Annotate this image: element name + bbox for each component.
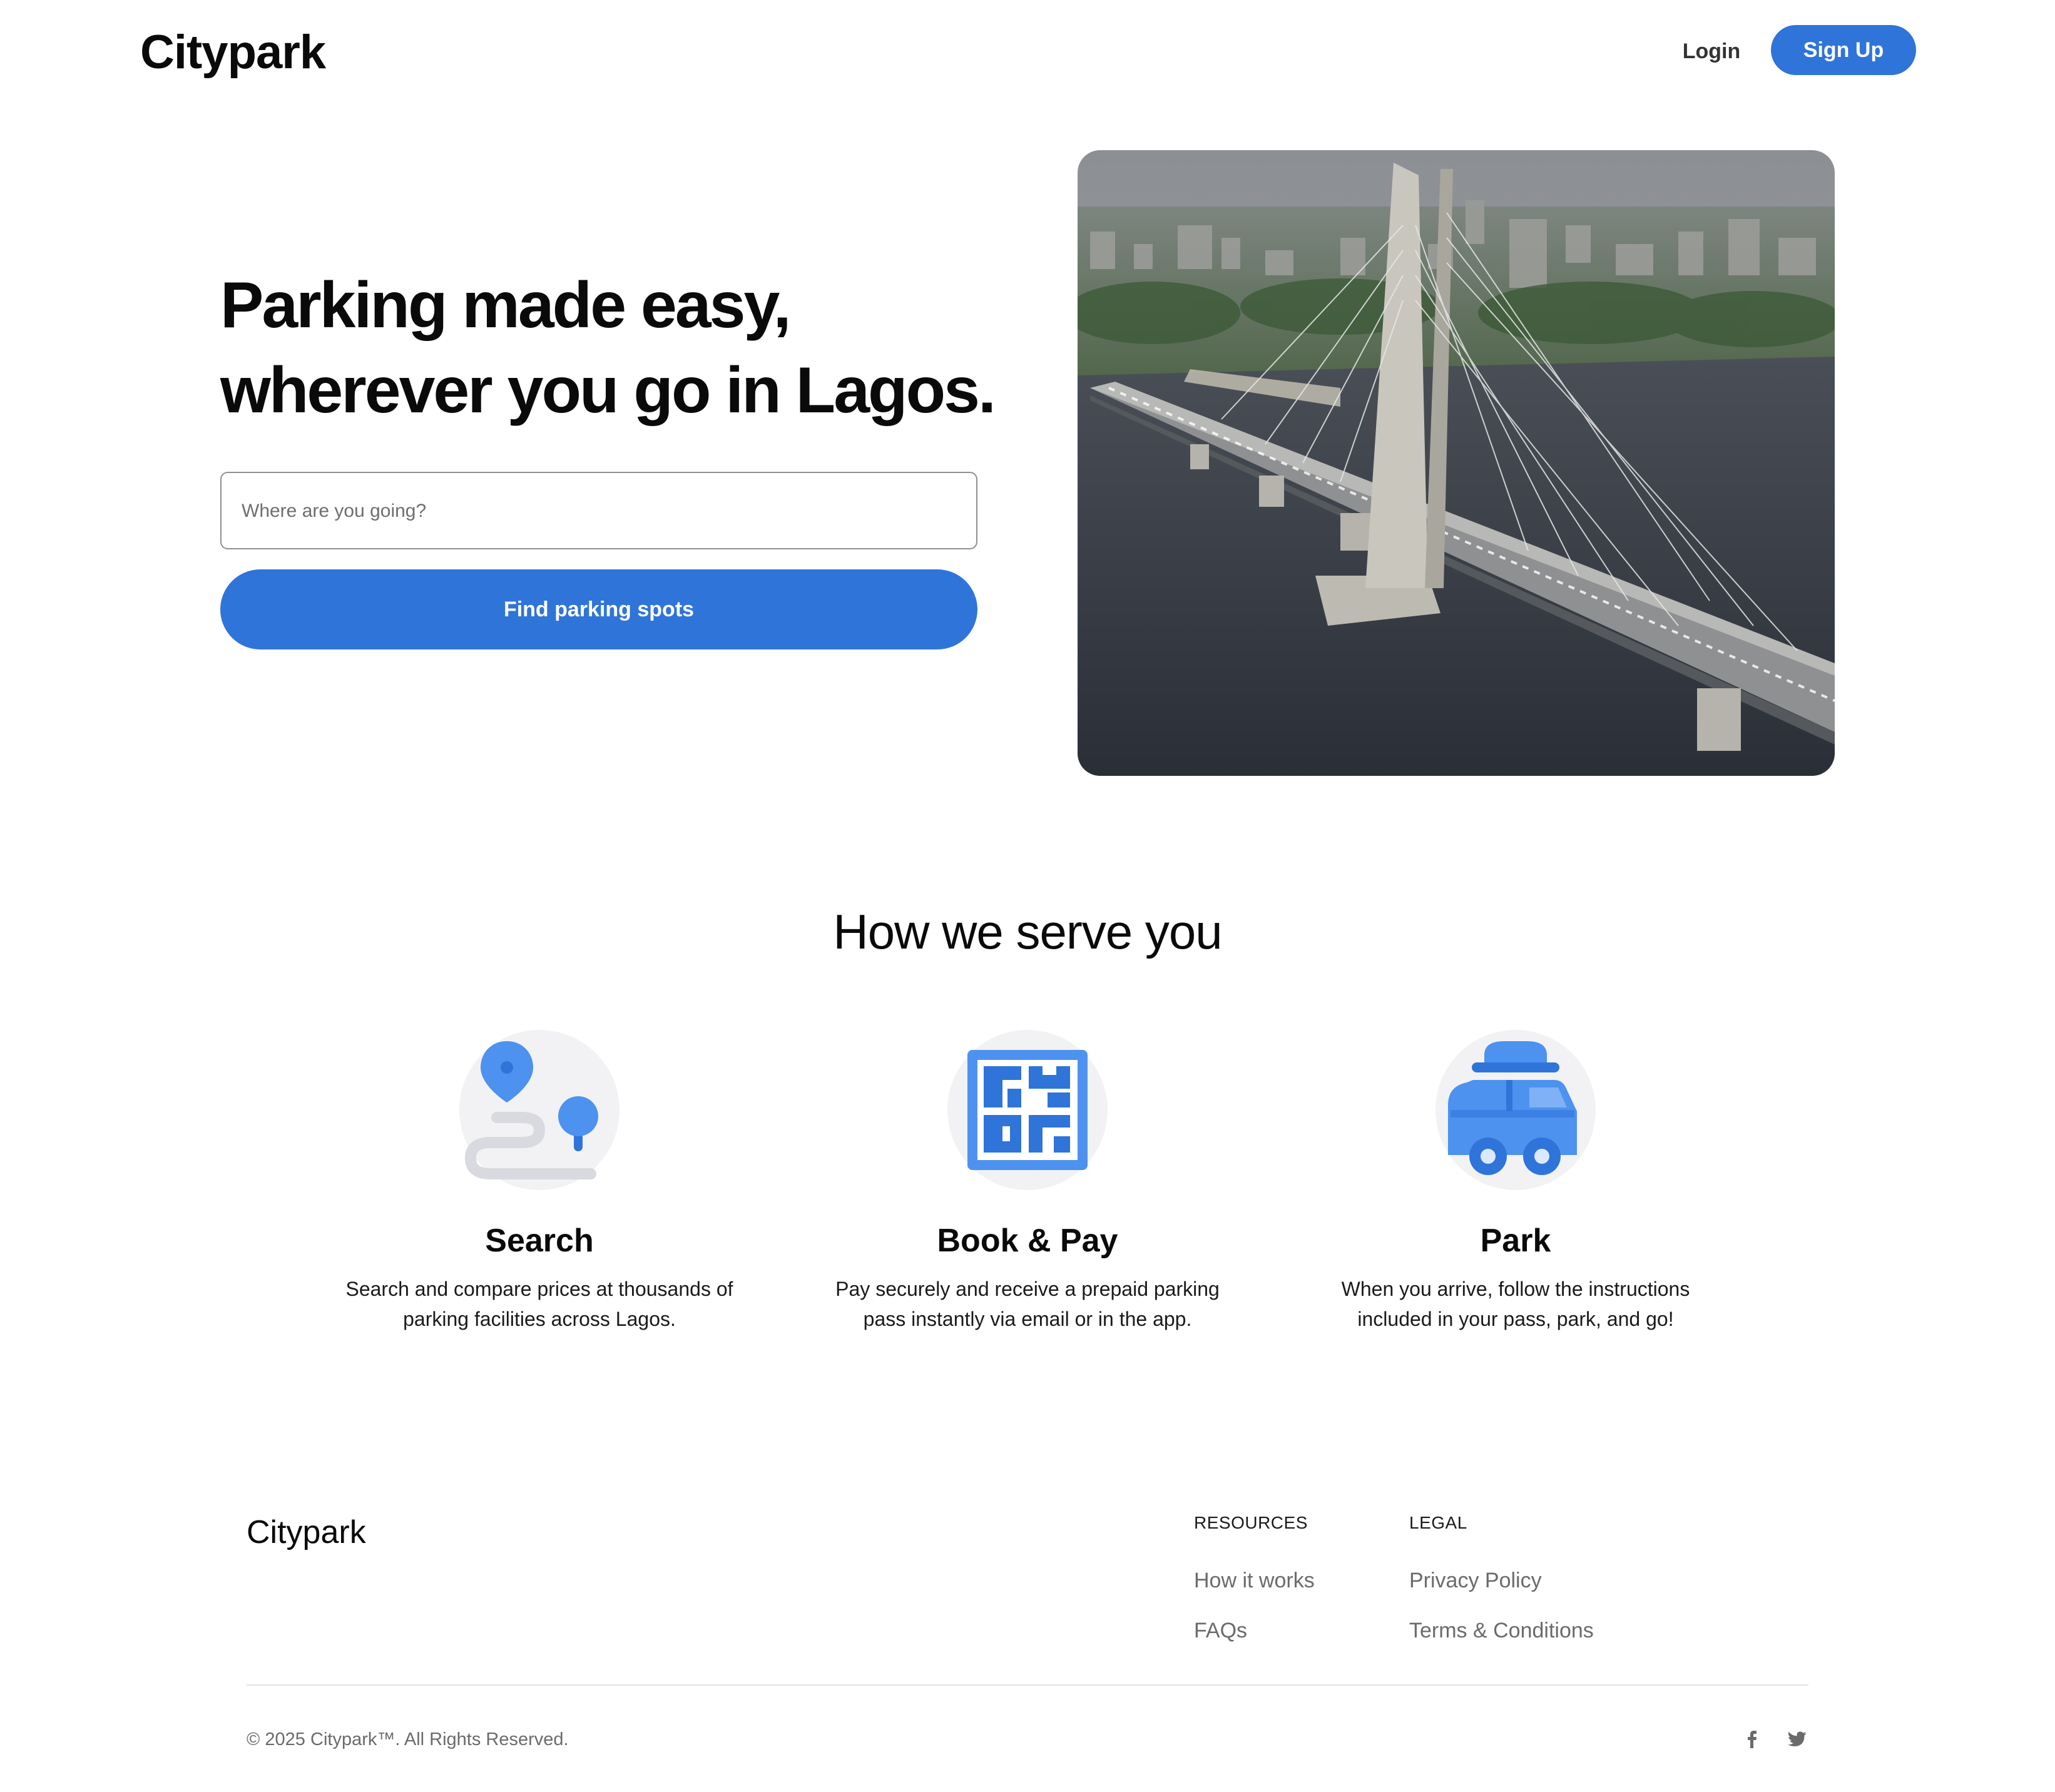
footer-link-faqs[interactable]: FAQs (1194, 1616, 1247, 1646)
hero-title-line1: Parking made easy, (220, 269, 791, 342)
feature-description-line2: included in your pass, park, and go! (1357, 1308, 1674, 1330)
footer-resources-heading: RESOURCES (1194, 1513, 1308, 1532)
feature-description-line1: When you arrive, follow the instructions (1341, 1278, 1690, 1300)
feature-title: Search (485, 1223, 594, 1259)
signup-button[interactable]: Sign Up (1771, 25, 1916, 75)
feature-description-line1: Search and compare prices at thousands o… (345, 1278, 733, 1300)
destination-search-box (220, 472, 977, 549)
copyright-text: © 2025 Citypark™. All Rights Reserved. (247, 1729, 569, 1749)
hero-bridge-image (1078, 150, 1835, 776)
footer-link-how-it-works[interactable]: How it works (1194, 1565, 1315, 1596)
hero-title: Parking made easy, wherever you go in La… (220, 263, 1034, 433)
find-parking-button[interactable]: Find parking spots (220, 569, 977, 649)
footer-link-privacy-policy[interactable]: Privacy Policy (1409, 1565, 1542, 1596)
feature-description-line2: parking facilities across Lagos. (403, 1308, 676, 1330)
destination-search-input[interactable] (240, 473, 962, 549)
site-logo[interactable]: Citypark (140, 23, 326, 83)
feature-description-line1: Pay securely and receive a prepaid parki… (835, 1278, 1220, 1300)
feature-description-line2: pass instantly via email or in the app. (863, 1308, 1192, 1330)
feature-title: Book & Pay (937, 1223, 1118, 1259)
facebook-icon[interactable] (1740, 1727, 1765, 1752)
feature-title: Park (1480, 1223, 1551, 1259)
footer-legal-heading: LEGAL (1409, 1513, 1467, 1532)
footer-link-terms-conditions[interactable]: Terms & Conditions (1409, 1616, 1594, 1646)
feature-description: Search and compare prices at thousands o… (339, 1274, 740, 1334)
car-icon (1435, 1030, 1596, 1190)
hero-title-line2: wherever you go in Lagos. (220, 354, 996, 427)
section-title: How we serve you (833, 904, 1222, 959)
login-link[interactable]: Login (1677, 35, 1746, 68)
feature-description: When you arrive, follow the instructions… (1315, 1274, 1716, 1334)
footer-divider (247, 1684, 1808, 1686)
twitter-icon[interactable] (1785, 1727, 1810, 1752)
qr-code-icon (947, 1030, 1108, 1190)
feature-description: Pay securely and receive a prepaid parki… (827, 1274, 1228, 1334)
footer-logo[interactable]: Citypark (247, 1510, 366, 1554)
route-pin-icon (459, 1030, 620, 1190)
